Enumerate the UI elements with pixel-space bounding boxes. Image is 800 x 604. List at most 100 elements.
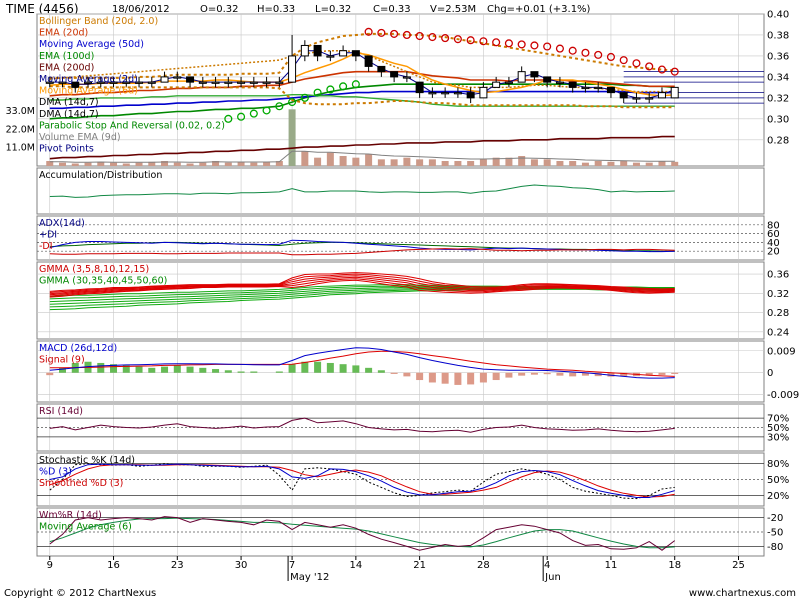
volume-tick-label: 33.0M xyxy=(6,106,35,117)
volume-bar xyxy=(620,161,628,166)
macd-histogram-bar xyxy=(569,372,577,377)
macd-histogram-bar xyxy=(186,366,194,373)
quote-high: H=0.33 xyxy=(257,4,295,15)
candle-body xyxy=(300,44,309,57)
x-tick-label: 30 xyxy=(235,560,248,571)
volume-bar xyxy=(607,161,615,166)
macd-histogram-bar xyxy=(479,372,487,383)
legend-entry: +DI xyxy=(39,230,57,241)
candle-body xyxy=(543,76,552,83)
legend-entry: ADX(14d) xyxy=(39,218,85,229)
candle-body xyxy=(262,81,271,84)
volume-bar xyxy=(467,161,475,166)
y-tick-label: 0.24 xyxy=(767,327,789,338)
legend-entry: Moving Average (6d) xyxy=(39,86,138,97)
legend-entry: Moving Average (50d) xyxy=(39,39,144,50)
legend-entry: GMMA (30,35,40,45,50,60) xyxy=(39,276,167,287)
macd-histogram-bar xyxy=(441,372,449,384)
volume-bar xyxy=(556,161,564,166)
volume-bar xyxy=(250,162,258,166)
macd-histogram-bar xyxy=(492,372,500,381)
copyright-text: Copyright © 2012 ChartNexus xyxy=(4,588,156,599)
volume-bar xyxy=(59,162,67,166)
volume-bar xyxy=(199,162,207,166)
candle-body xyxy=(224,81,233,84)
y-tick-label: 0.40 xyxy=(767,10,789,21)
macd-histogram-bar xyxy=(237,371,245,373)
legend-entry: Moving Average (2d) xyxy=(39,74,138,85)
y-tick-label: 0.30 xyxy=(767,114,789,125)
volume-bar xyxy=(594,161,602,166)
candle-body xyxy=(186,76,195,83)
panel-frame-macd xyxy=(36,340,765,403)
volume-bar xyxy=(581,162,589,166)
legend-entry: Stochastic %K (14d) xyxy=(39,455,135,466)
x-tick-label: 25 xyxy=(732,560,745,571)
indicator-panels: 0.28 0.30 0.32 0.34 0.36 0.38 0.40 33.0M 22.0M 11… xyxy=(6,10,799,557)
macd-histogram-bar xyxy=(199,367,207,373)
legend-entry: Smoothed %D (3) xyxy=(39,478,123,489)
macd-histogram-bar xyxy=(658,372,666,375)
candle-body xyxy=(492,81,501,88)
y-tick-label: 0 xyxy=(767,368,773,379)
macd-histogram-bar xyxy=(556,372,564,376)
y-tick-label: 0.36 xyxy=(767,51,789,62)
volume-bar xyxy=(365,154,373,166)
volume-bar xyxy=(454,161,462,166)
candle-body xyxy=(237,81,246,84)
x-tick-label: 16 xyxy=(107,560,120,571)
volume-bar xyxy=(352,157,360,166)
candle-body xyxy=(670,86,679,99)
y-tick-label: 0.38 xyxy=(767,30,789,41)
stock-chart: TIME (4456) 18/06/2012 O=0.32 H=0.33 L=0… xyxy=(0,0,800,600)
x-month-label: May '12 xyxy=(290,572,329,583)
y-tick-label: 0.009 xyxy=(767,346,796,357)
x-tick-label: 4 xyxy=(544,560,550,571)
macd-histogram-bar xyxy=(428,372,436,383)
candle-body xyxy=(632,97,641,100)
quote-date: 18/06/2012 xyxy=(112,4,170,15)
macd-histogram-bar xyxy=(671,372,679,374)
volume-bar xyxy=(416,159,424,166)
legend-entry: -DI xyxy=(39,241,53,252)
candle-body xyxy=(390,71,399,78)
volume-bar xyxy=(301,151,309,166)
legend-entry: EMA (20d) xyxy=(39,28,88,39)
y-tick-label: 20 xyxy=(767,247,780,258)
candle-body xyxy=(351,50,360,57)
macd-histogram-bar xyxy=(301,361,309,373)
macd-histogram-bar xyxy=(135,366,143,373)
macd-histogram-bar xyxy=(390,372,398,374)
macd-histogram-bar xyxy=(518,372,526,376)
macd-histogram-bar xyxy=(275,371,283,373)
macd-histogram-bar xyxy=(212,369,220,373)
candle-body xyxy=(568,81,577,88)
volume-bar xyxy=(518,156,526,166)
macd-histogram-bar xyxy=(288,364,296,373)
y-tick-label: 0.28 xyxy=(767,308,789,319)
candle-body xyxy=(415,81,424,94)
macd-histogram-bar xyxy=(530,372,538,375)
legend-entry: Pivot Points xyxy=(39,144,94,155)
quote-volume: V=2.53M xyxy=(430,4,476,15)
y-tick-label: 0.34 xyxy=(767,72,789,83)
candle-body xyxy=(441,92,450,95)
candle-body xyxy=(530,71,539,78)
y-tick-label: 30% xyxy=(767,432,789,443)
legend-entry: Bollinger Band (20d, 2.0) xyxy=(39,16,158,27)
macd-histogram-bar xyxy=(352,365,360,373)
y-tick-label: 0.32 xyxy=(767,93,789,104)
candle-body xyxy=(402,76,411,79)
volume-bar xyxy=(186,163,194,166)
legend-entry: Wm%R (14d) xyxy=(39,510,102,521)
candle-body xyxy=(173,76,182,79)
y-tick-label: -0.009 xyxy=(767,390,799,401)
website-link[interactable]: www.chartnexus.com xyxy=(689,588,796,599)
macd-histogram-bar xyxy=(505,372,513,378)
candle-body xyxy=(275,81,284,84)
macd-histogram-bar xyxy=(543,372,551,375)
legend-entry: EMA (100d) xyxy=(39,51,94,62)
legend-entry: EMA (200d) xyxy=(39,62,94,73)
volume-bar xyxy=(403,157,411,166)
macd-histogram-bar xyxy=(46,372,54,376)
